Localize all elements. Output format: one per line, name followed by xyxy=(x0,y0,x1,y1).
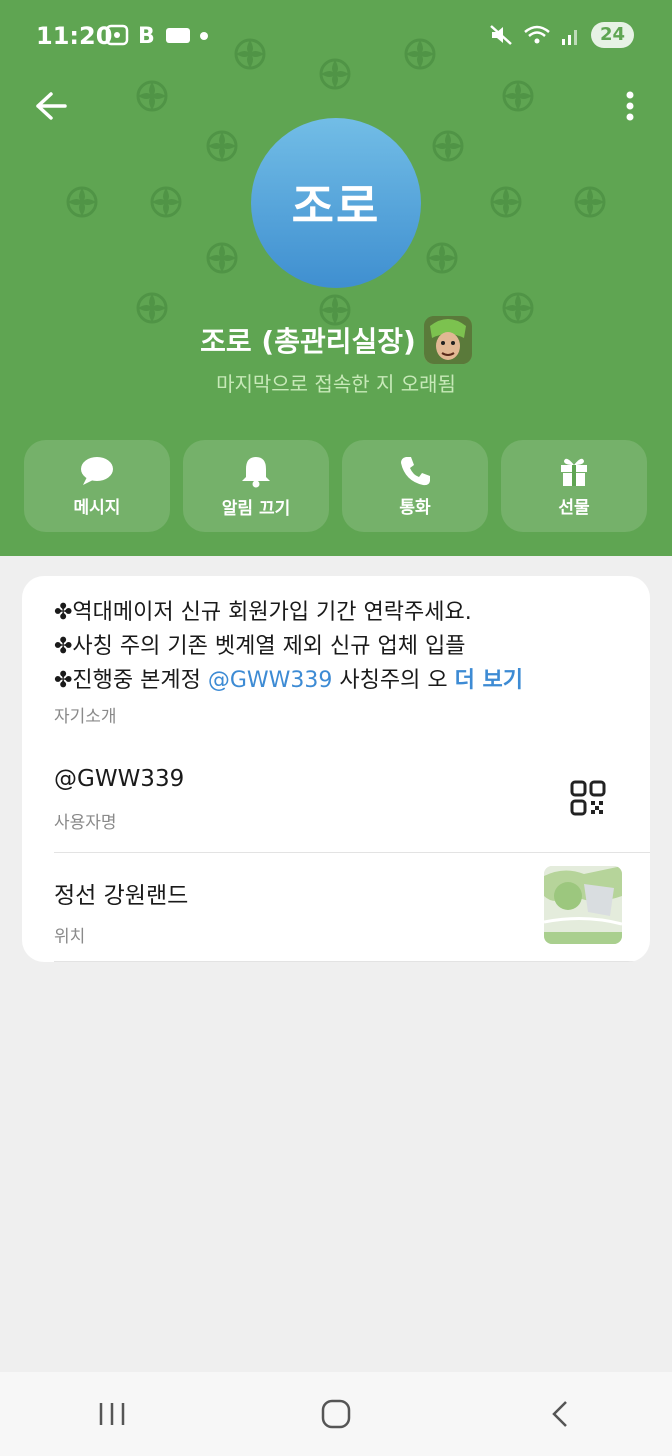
username-value[interactable]: @GWW339 xyxy=(54,766,184,792)
bio-line-3-suffix: 사칭주의 오 xyxy=(332,668,448,693)
bio-line-1: ✤역대메이저 신규 회원가입 기간 연락주세요. xyxy=(54,600,472,625)
bio-line-3-prefix: ✤진행중 본계정 xyxy=(54,668,208,693)
svg-text:B: B xyxy=(138,24,155,46)
home-icon xyxy=(321,1399,351,1429)
back-arrow-icon xyxy=(36,92,67,120)
mute-icon xyxy=(490,25,512,45)
map-icon xyxy=(544,866,622,944)
message-label: 메시지 xyxy=(73,497,121,518)
profile-info-card: ✤역대메이저 신규 회원가입 기간 연락주세요. ✤사칭 주의 기존 벳계열 제… xyxy=(22,576,650,962)
last-seen-text: 마지막으로 접속한 지 오래됨 xyxy=(216,372,456,396)
system-nav-bar xyxy=(0,1372,672,1456)
more-vertical-icon xyxy=(626,91,634,121)
more-options-button[interactable] xyxy=(612,84,648,128)
gift-label: 선물 xyxy=(558,497,590,518)
wifi-icon xyxy=(524,25,550,44)
recents-button[interactable] xyxy=(72,1384,152,1444)
phone-icon xyxy=(401,456,430,485)
bio-more-link[interactable]: 더 보기 xyxy=(455,668,523,693)
name-row: 조로 (총관리실장) xyxy=(0,316,672,364)
location-map-thumbnail[interactable] xyxy=(544,866,622,944)
recents-icon xyxy=(99,1403,125,1425)
signal-icon xyxy=(561,30,577,45)
battery-badge: 24 xyxy=(590,22,634,48)
gift-icon xyxy=(561,458,587,486)
gift-button[interactable]: 선물 xyxy=(501,440,647,532)
back-button[interactable] xyxy=(28,84,72,128)
location-label: 위치 xyxy=(54,927,86,947)
message-button[interactable]: 메시지 xyxy=(24,440,170,532)
dot-icon xyxy=(200,32,208,40)
bio-label: 자기소개 xyxy=(54,707,117,727)
chat-icon xyxy=(81,456,113,485)
profile-thumbnail[interactable] xyxy=(423,316,472,364)
qr-code-icon xyxy=(570,780,606,816)
status-bar: 11:20 B 24 xyxy=(0,0,672,72)
bio-mention-link[interactable]: @GWW339 xyxy=(208,668,333,693)
profile-name: 조로 (총관리실장) xyxy=(200,325,416,358)
bio-line-2: ✤사칭 주의 기존 벳계열 제외 신규 업체 입플 xyxy=(54,634,466,659)
character-face-icon xyxy=(423,316,472,364)
username-label: 사용자명 xyxy=(54,813,117,833)
divider xyxy=(54,852,650,853)
profile-header: 11:20 B 24 조로 조로 (총관리실장) 마지막으로 접속한 지 오래됨… xyxy=(0,0,672,556)
bio-text: ✤역대메이저 신규 회원가입 기간 연락주세요. ✤사칭 주의 기존 벳계열 제… xyxy=(54,596,634,698)
profile-avatar[interactable]: 조로 xyxy=(251,118,421,288)
location-value[interactable]: 정선 강원랜드 xyxy=(54,876,188,910)
bio-line-3: ✤진행중 본계정 @GWW339 사칭주의 오 더 보기 xyxy=(54,664,634,698)
mute-notifications-label: 알림 끄기 xyxy=(221,498,291,519)
ticket-icon xyxy=(166,28,190,43)
divider xyxy=(54,961,650,962)
screenshot-icon xyxy=(105,24,129,46)
action-row: 메시지 알림 끄기 통화 선물 xyxy=(24,440,648,532)
back-nav-button[interactable] xyxy=(520,1384,600,1444)
back-chevron-icon xyxy=(552,1401,567,1427)
bell-icon xyxy=(242,456,270,487)
b-app-icon: B xyxy=(138,24,155,46)
call-button[interactable]: 통화 xyxy=(342,440,488,532)
qr-code-button[interactable] xyxy=(570,780,606,816)
home-button[interactable] xyxy=(296,1384,376,1444)
status-time: 11:20 xyxy=(36,22,113,50)
call-label: 통화 xyxy=(399,497,431,518)
mute-notifications-button[interactable]: 알림 끄기 xyxy=(183,440,329,532)
